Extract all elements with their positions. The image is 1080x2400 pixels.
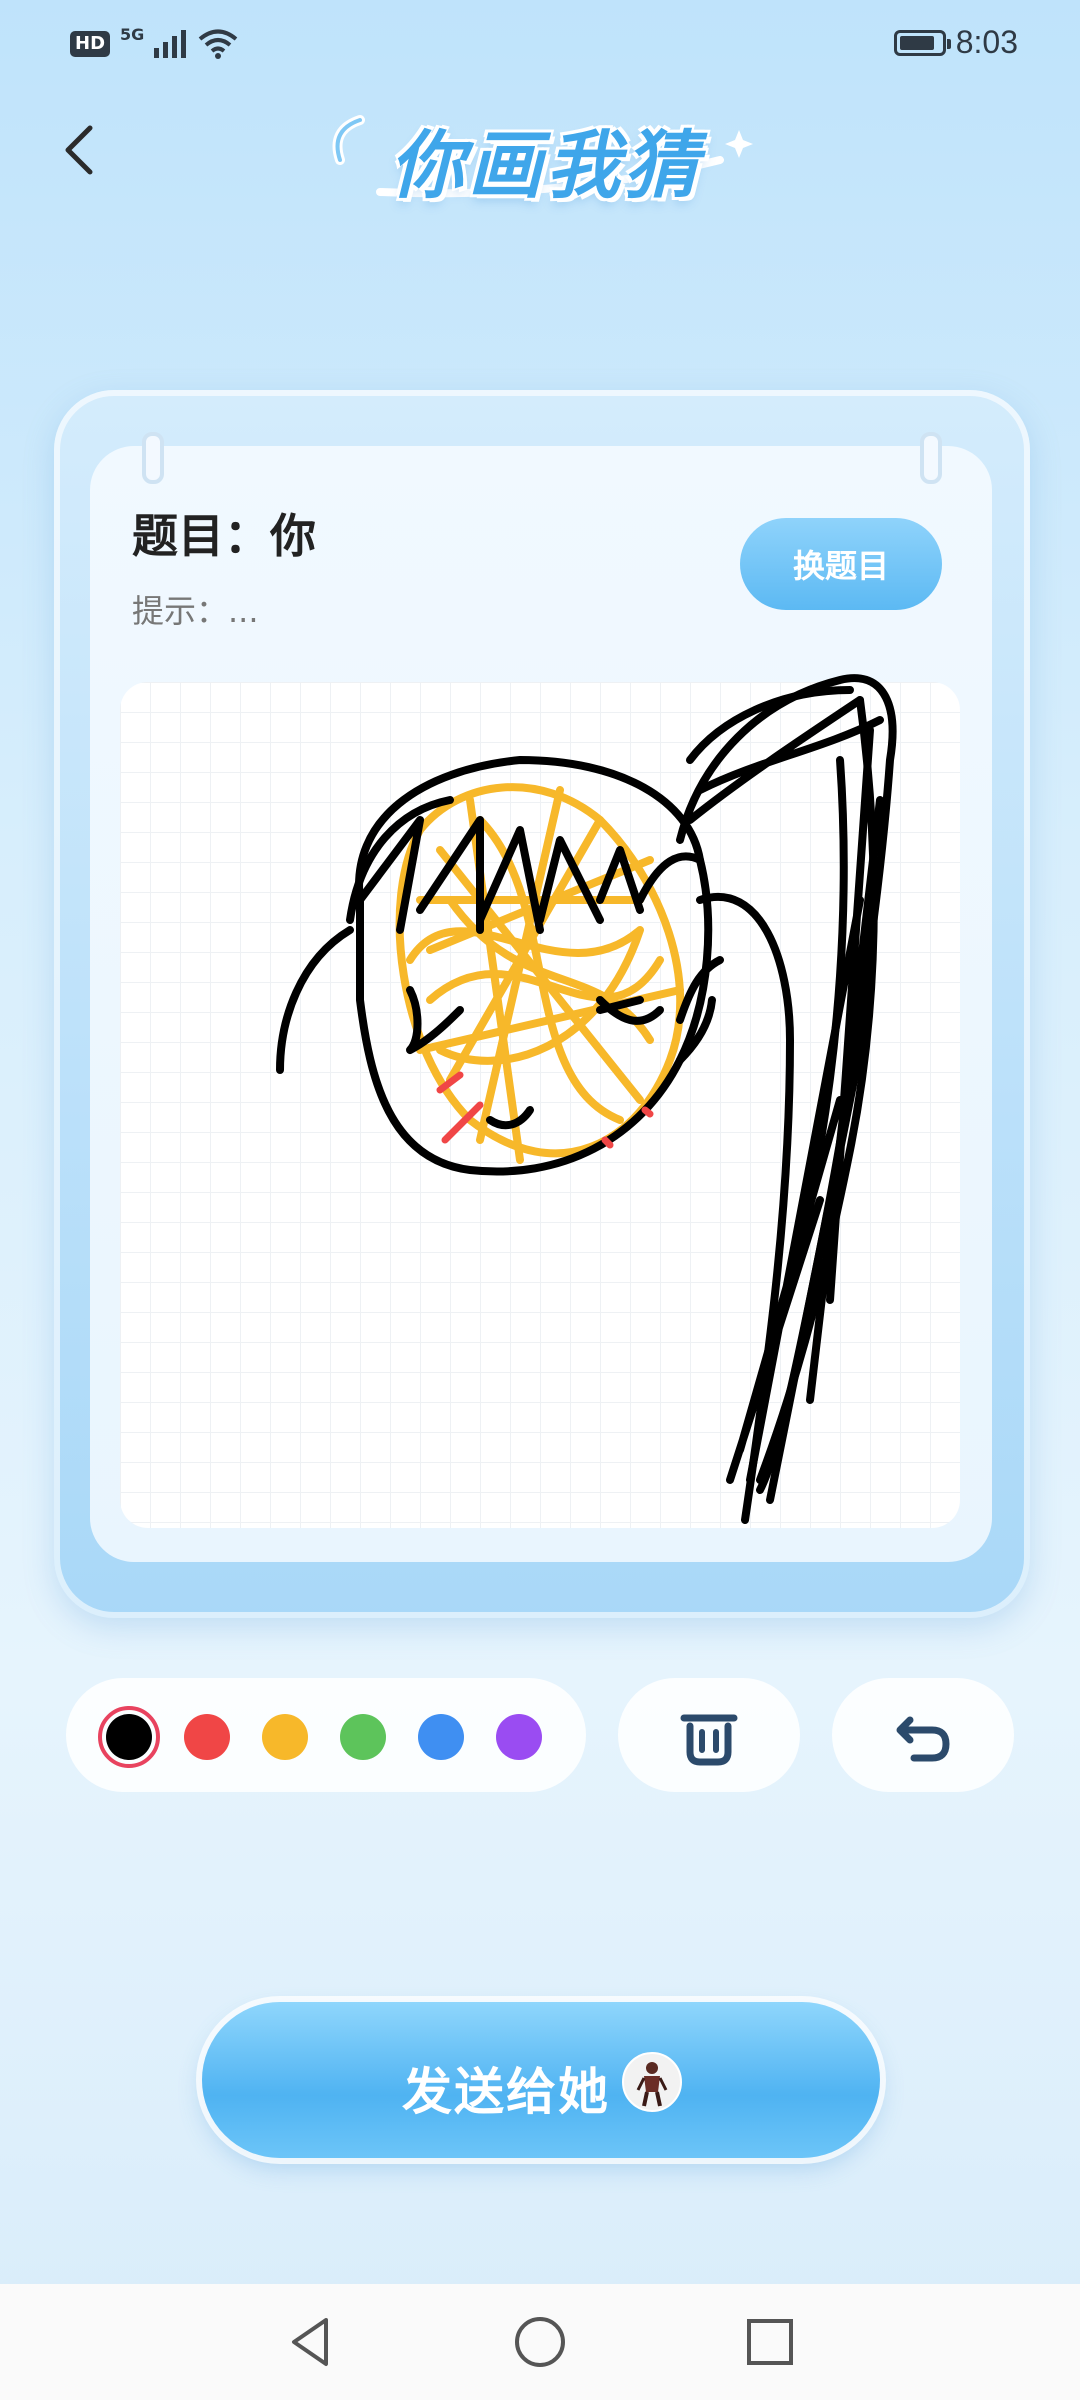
drawing-canvas[interactable] bbox=[120, 674, 960, 1528]
color-swatch-green[interactable] bbox=[340, 1714, 386, 1760]
trash-icon bbox=[680, 1714, 738, 1766]
send-button[interactable]: 发送给她 bbox=[202, 2002, 880, 2158]
undo-icon bbox=[896, 1716, 950, 1762]
sketch-yellow-face bbox=[395, 783, 685, 1164]
recipient-avatar bbox=[622, 2052, 682, 2112]
undo-button[interactable] bbox=[832, 1678, 1014, 1792]
circle-home-icon[interactable] bbox=[510, 2312, 570, 2372]
color-swatch-blue[interactable] bbox=[418, 1714, 464, 1760]
color-swatch-yellow[interactable] bbox=[262, 1714, 308, 1760]
color-swatch-black[interactable] bbox=[106, 1714, 152, 1760]
clear-button[interactable] bbox=[618, 1678, 800, 1792]
color-swatch-purple[interactable] bbox=[496, 1714, 542, 1760]
avatar-figure-icon bbox=[636, 2062, 668, 2107]
send-label: 发送给她 bbox=[402, 2063, 610, 2121]
square-recent-icon[interactable] bbox=[740, 2312, 800, 2372]
system-nav-bar bbox=[0, 2284, 1080, 2400]
triangle-back-icon[interactable] bbox=[280, 2312, 340, 2372]
color-swatch-red[interactable] bbox=[184, 1714, 230, 1760]
